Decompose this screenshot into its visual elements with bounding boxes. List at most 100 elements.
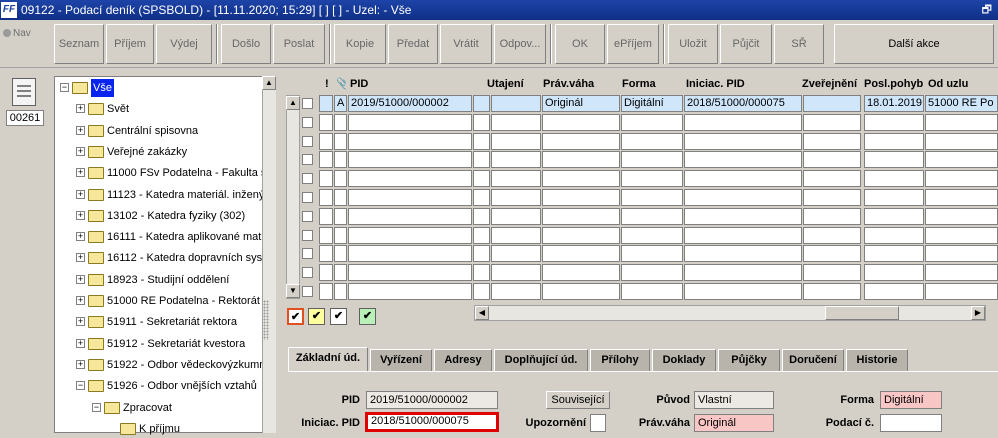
row-flag-cell[interactable]: [319, 113, 333, 131]
grid-cell-utajeni[interactable]: [473, 283, 490, 300]
collapse-icon[interactable]: −: [76, 381, 85, 391]
row-checkbox[interactable]: [302, 286, 313, 297]
row-flag-cell[interactable]: [319, 95, 333, 112]
tree-node[interactable]: +16112 - Katedra dopravních sys: [55, 249, 263, 267]
collapse-icon[interactable]: −: [92, 402, 101, 412]
splitter-grip[interactable]: [263, 300, 269, 340]
grid-cell-iniciac[interactable]: [684, 151, 802, 169]
expand-icon[interactable]: +: [76, 253, 85, 263]
grid-cell-utajeni[interactable]: [491, 95, 541, 112]
grid-cell-oduzlu[interactable]: 51000 RE Po: [925, 95, 998, 112]
scroll-down-icon[interactable]: ▼: [286, 284, 300, 298]
row-state-cell[interactable]: A: [334, 95, 347, 112]
expand-icon[interactable]: +: [76, 146, 85, 156]
grid-cell-oduzlu[interactable]: [925, 264, 998, 282]
grid-cell-pravaha[interactable]: [542, 170, 620, 188]
grid-cell-iniciac[interactable]: [684, 132, 802, 150]
column-header-pravaha[interactable]: Práv.váha: [543, 76, 623, 92]
grid-cell-oduzlu[interactable]: [925, 132, 998, 150]
row-state-cell[interactable]: [334, 264, 347, 282]
grid-cell-utajeni[interactable]: [473, 151, 490, 169]
grid-cell-forma[interactable]: [621, 245, 683, 263]
column-header-excl[interactable]: !: [325, 76, 333, 92]
row-state-cell[interactable]: [334, 245, 347, 263]
grid-cell-pravaha[interactable]: [542, 226, 620, 244]
grid-cell-utajeni[interactable]: [491, 207, 541, 225]
grid-cell-zverejneni[interactable]: [803, 226, 861, 244]
podaci-field[interactable]: [880, 414, 942, 432]
expand-icon[interactable]: +: [76, 274, 85, 284]
grid-cell-utajeni[interactable]: [473, 245, 490, 263]
column-header-iniciac[interactable]: Iniciac. PID: [686, 76, 786, 92]
grid-cell-utajeni[interactable]: [491, 226, 541, 244]
scroll-right-icon[interactable]: ▶: [971, 306, 985, 320]
column-header-forma[interactable]: Forma: [622, 76, 682, 92]
expand-icon[interactable]: +: [76, 189, 85, 199]
grid-cell-forma[interactable]: [621, 132, 683, 150]
scroll-thumb[interactable]: [825, 306, 899, 320]
row-state-cell[interactable]: [334, 189, 347, 206]
collapse-icon[interactable]: −: [60, 83, 69, 92]
row-checkbox[interactable]: [302, 154, 313, 166]
column-header-poslpohyb[interactable]: Posl.pohyb: [864, 76, 934, 92]
grid-cell-oduzlu[interactable]: [925, 170, 998, 188]
filter-checkbox-white[interactable]: ✔: [330, 308, 347, 325]
row-checkbox[interactable]: [302, 210, 313, 222]
tab-historie[interactable]: Historie: [846, 349, 908, 371]
grid-cell-poslpohyb[interactable]: [864, 151, 924, 169]
scroll-up-icon[interactable]: ▲: [262, 76, 276, 90]
expand-icon[interactable]: +: [76, 338, 85, 348]
tab-zakladni[interactable]: Základní úd.: [288, 347, 368, 371]
tree-view[interactable]: − Vše + Svět + Centrální spisovna + Veřejné zak…: [54, 76, 276, 435]
tab-doplnujici[interactable]: Doplňující úd.: [494, 349, 588, 371]
expand-icon[interactable]: +: [76, 359, 85, 369]
grid-cell-zverejneni[interactable]: [803, 151, 861, 169]
sr-button[interactable]: SŘ: [774, 24, 824, 64]
grid-cell-pid[interactable]: [348, 151, 472, 169]
grid-cell-pravaha[interactable]: [542, 132, 620, 150]
grid-cell-forma[interactable]: [621, 113, 683, 131]
grid-cell-forma[interactable]: [621, 226, 683, 244]
grid-cell-utajeni[interactable]: [473, 226, 490, 244]
grid-cell-pid[interactable]: [348, 189, 472, 206]
grid-cell-forma[interactable]: [621, 264, 683, 282]
row-state-cell[interactable]: [334, 226, 347, 244]
tab-adresy[interactable]: Adresy: [434, 349, 492, 371]
row-checkbox[interactable]: [302, 116, 313, 128]
grid-cell-utajeni[interactable]: [473, 264, 490, 282]
grid-cell-utajeni[interactable]: [491, 264, 541, 282]
row-flag-cell[interactable]: [319, 189, 333, 206]
grid-cell-pid[interactable]: [348, 132, 472, 150]
grid-cell-utajeni[interactable]: [491, 245, 541, 263]
grid-cell-pid[interactable]: [348, 283, 472, 300]
grid-cell-iniciac[interactable]: [684, 113, 802, 131]
grid-cell-utajeni[interactable]: [491, 189, 541, 206]
forma-field[interactable]: Digitální: [880, 391, 942, 409]
grid-cell-pid[interactable]: [348, 245, 472, 263]
grid-cell-utajeni[interactable]: [473, 113, 490, 131]
grid-cell-zverejneni[interactable]: [803, 207, 861, 225]
tree-node[interactable]: + Centrální spisovna: [55, 122, 263, 140]
grid-cell-zverejneni[interactable]: [803, 283, 861, 300]
tab-pujcky[interactable]: Půjčky: [718, 349, 780, 371]
grid-cell-poslpohyb[interactable]: [864, 283, 924, 300]
puvod-field[interactable]: Vlastní: [694, 391, 774, 409]
grid-cell-pid[interactable]: [348, 113, 472, 131]
dalsi-akce-button[interactable]: Další akce: [834, 24, 994, 64]
kopie-button[interactable]: Kopie: [334, 24, 386, 64]
filter-checkbox-red[interactable]: ✔: [287, 308, 304, 325]
grid-cell-utajeni[interactable]: [473, 132, 490, 150]
column-header-oduzlu[interactable]: Od uzlu: [928, 76, 998, 92]
grid-cell-zverejneni[interactable]: [803, 95, 861, 112]
row-checkbox[interactable]: [302, 267, 313, 279]
pid-field[interactable]: 2019/51000/000002: [366, 391, 498, 409]
grid-cell-utajeni[interactable]: [491, 170, 541, 188]
grid-cell-zverejneni[interactable]: [803, 113, 861, 131]
row-checkbox[interactable]: [302, 173, 313, 185]
tree-node[interactable]: − Zpracovat: [55, 399, 263, 417]
grid-cell-pid[interactable]: [348, 170, 472, 188]
grid-cell-forma[interactable]: [621, 151, 683, 169]
grid-cell-pid[interactable]: [348, 207, 472, 225]
grid-cell-poslpohyb[interactable]: [864, 113, 924, 131]
row-state-cell[interactable]: [334, 283, 347, 300]
